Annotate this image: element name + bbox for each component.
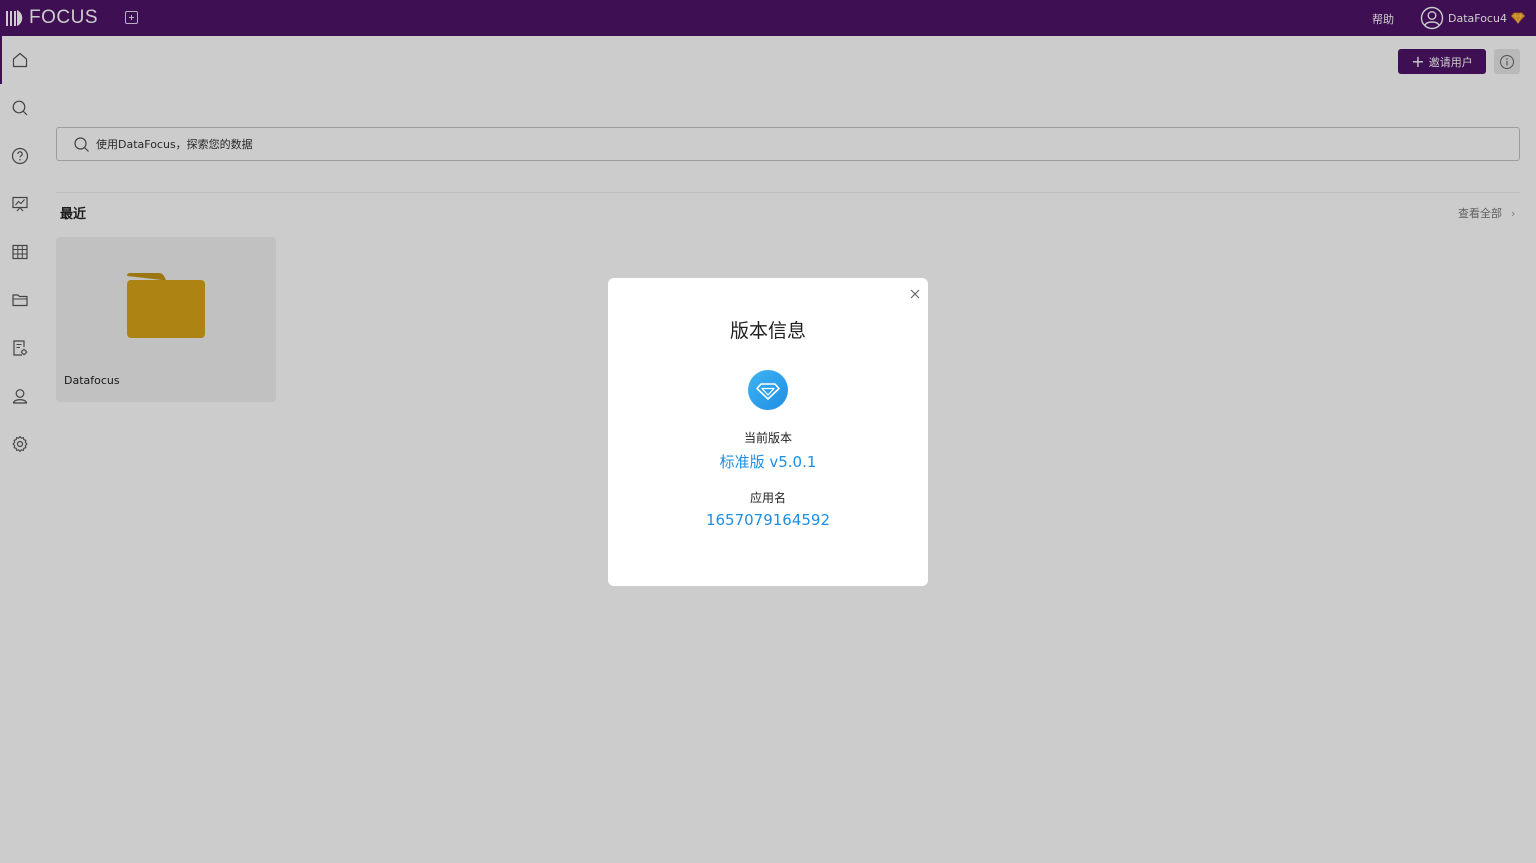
diamond-version-icon <box>748 370 788 410</box>
dialog-title: 版本信息 <box>729 320 806 342</box>
version-info-dialog: 版本信息 当前版本 标准版 v5.0.1 应用名 1657079164592 <box>608 278 928 586</box>
app-name-label: 应用名 <box>749 491 786 505</box>
close-icon[interactable] <box>909 288 921 300</box>
current-version-label: 当前版本 <box>743 431 792 445</box>
current-version-value: 标准版 v5.0.1 <box>719 453 817 471</box>
app-name-value: 1657079164592 <box>705 511 831 529</box>
